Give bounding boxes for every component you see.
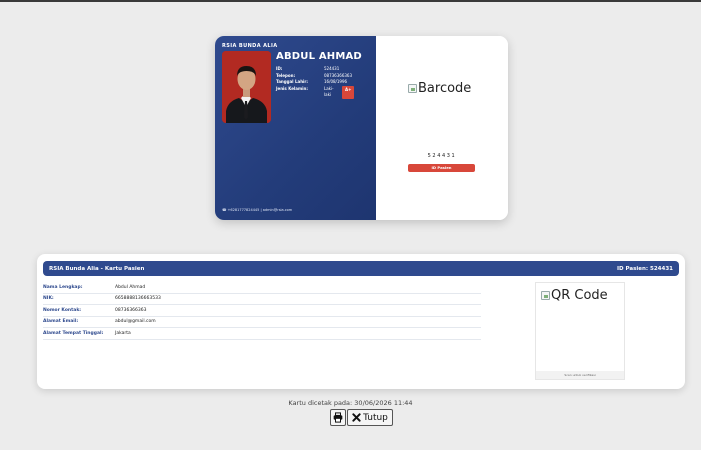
card-info-value: Laki-laki	[324, 85, 334, 98]
close-button[interactable]: Tutup	[347, 409, 393, 426]
panel-title: RSIA Bunda Alia - Kartu Pasien	[49, 265, 145, 272]
qr-caption: Scan untuk verifikasi	[536, 371, 624, 379]
detail-value: abdul@gmail.com	[115, 319, 156, 325]
detail-value: 08736366363	[115, 307, 147, 313]
card-info-row: Jenis Kelamin: Laki-laki A+	[276, 85, 370, 99]
blood-type-badge: A+	[342, 85, 355, 99]
panel-header: RSIA Bunda Alia - Kartu Pasien ID Pasien…	[43, 261, 679, 276]
detail-value: Jakarta	[115, 330, 131, 336]
qr-code-image: QR Code	[541, 288, 608, 303]
patient-id-card: RSIA BUNDA ALIA ABDUL AHMAD ID: 524431 T…	[215, 36, 508, 220]
table-row: Nomor Kontak: 08736366363	[43, 305, 481, 317]
top-edge-bar	[0, 0, 701, 2]
card-info-table: ID: 524431 Telepon: 08736366363 Tanggal …	[276, 66, 370, 99]
id-pasien-badge: ID Pasien	[408, 164, 475, 172]
card-footer-text: +6281777824445 | admin@rsia.com	[227, 208, 293, 212]
barcode-alt-text: Barcode	[418, 81, 472, 96]
card-front-panel: RSIA BUNDA ALIA ABDUL AHMAD ID: 524431 T…	[215, 36, 376, 220]
table-row: Alamat Tempat Tinggal: Jakarta	[43, 328, 481, 340]
patient-name: ABDUL AHMAD	[276, 51, 362, 62]
barcode-image: Barcode	[408, 81, 471, 96]
card-barcode-panel: Barcode 524431 ID Pasien	[376, 36, 508, 220]
broken-image-icon	[408, 84, 417, 93]
close-button-label: Tutup	[363, 412, 388, 423]
table-row: Alamat Email: abdul@gmail.com	[43, 317, 481, 328]
broken-image-icon	[541, 291, 550, 300]
qr-code-box: QR Code Scan untuk verifikasi	[535, 282, 625, 380]
printer-icon	[333, 412, 343, 423]
patient-detail-panel: RSIA Bunda Alia - Kartu Pasien ID Pasien…	[37, 254, 685, 389]
table-row: Nama Lengkap: Abdul Ahmad	[43, 282, 481, 294]
detail-label: Nomor Kontak:	[43, 307, 82, 313]
action-buttons: Tutup	[330, 409, 393, 426]
table-row: NIK: 6658888136663533	[43, 294, 481, 305]
detail-value: Abdul Ahmad	[115, 284, 146, 290]
hospital-name: RSIA BUNDA ALIA	[222, 43, 278, 49]
barcode-number: 524431	[427, 153, 457, 159]
print-button[interactable]	[330, 409, 346, 426]
printed-at-text: Kartu dicetak pada: 30/06/2026 11:44	[288, 399, 413, 407]
patient-photo	[222, 51, 271, 123]
detail-label: NIK:	[43, 296, 54, 302]
card-info-label: Jenis Kelamin:	[276, 85, 308, 91]
detail-table: Nama Lengkap: Abdul Ahmad NIK: 665888813…	[43, 282, 481, 340]
card-contact-footer: ☎ +6281777824445 | admin@rsia.com	[222, 208, 292, 212]
x-icon	[352, 413, 361, 422]
detail-label: Nama Lengkap:	[43, 284, 83, 290]
phone-icon: ☎	[222, 208, 227, 212]
detail-value: 6658888136663533	[115, 296, 161, 302]
panel-patient-id: ID Pasien: 524431	[616, 265, 673, 272]
detail-label: Alamat Email:	[43, 319, 79, 325]
qr-alt-text: QR Code	[551, 288, 608, 303]
detail-label: Alamat Tempat Tinggal:	[43, 330, 104, 336]
